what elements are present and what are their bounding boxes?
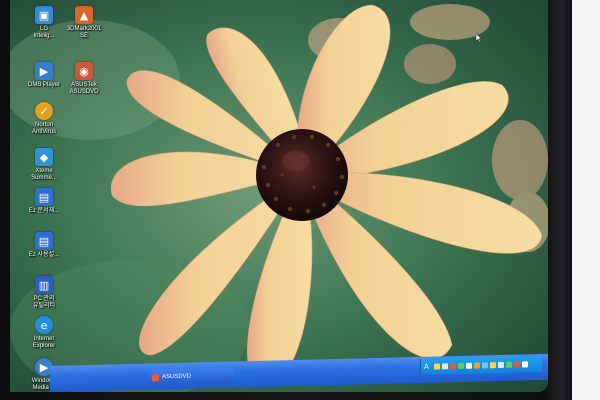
desktop-icon-xteme[interactable]: ◆ Xteme Summe... <box>20 148 68 182</box>
tray-app-icon[interactable] <box>489 362 496 369</box>
tray-app-icon[interactable] <box>465 362 472 369</box>
asusdvd-icon: ◉ <box>75 62 93 80</box>
desktop-icon-pc-util[interactable]: ▥ PC 관리 유틸리티 <box>20 276 68 310</box>
tray-app-icon[interactable] <box>473 362 480 369</box>
tray-volume-icon[interactable] <box>441 363 448 370</box>
desktop-screen: ▣ LG Intelig... ▲ 3DMark2001 SE ▶ DMB Pl… <box>10 0 548 392</box>
desktop-icon-asusdvd[interactable]: ◉ ASUSTek ASUSDVD <box>60 62 108 96</box>
monitor-bezel-right-edge <box>548 0 572 400</box>
tray-app-icon[interactable] <box>481 362 488 369</box>
dmb-player-icon: ▶ <box>35 62 53 80</box>
ez-doc-icon: ▤ <box>35 188 53 206</box>
taskbar-window-button[interactable]: ASUSDVD <box>148 367 234 386</box>
flower-wallpaper <box>10 0 548 392</box>
mouse-cursor-icon <box>476 34 482 42</box>
lg-app-icon: ▣ <box>35 6 53 24</box>
desktop-icon-ez-manual[interactable]: ▤ Ez 사용설... <box>20 232 68 259</box>
desktop-icon-label: Xteme Summe... <box>31 168 57 181</box>
pc-util-icon: ▥ <box>35 276 53 294</box>
ez-manual-icon: ▤ <box>35 232 53 250</box>
desktop-icon-label: Internet Explorer <box>32 336 56 349</box>
desktop-icon-label: LG Intelig... <box>33 26 55 39</box>
xteme-icon: ◆ <box>35 148 53 166</box>
desktop-icon-label: Norton AntiVirus <box>32 122 56 135</box>
tray-network-icon[interactable] <box>433 363 440 370</box>
3dmark-icon: ▲ <box>75 6 93 24</box>
desktop-icon-label: ASUSTek ASUSDVD <box>69 82 99 95</box>
system-tray: A <box>420 355 542 375</box>
desktop-icon-label: 3DMark2001 SE <box>66 26 102 39</box>
tray-app-icon[interactable] <box>505 361 512 368</box>
tray-app-icon[interactable] <box>521 361 528 368</box>
taskbar-window-label: ASUSDVD <box>162 373 192 381</box>
norton-icon: ✓ <box>35 102 53 120</box>
desktop-icon-label: PC 관리 유틸리티 <box>32 296 56 309</box>
tray-app-icon[interactable] <box>497 361 504 369</box>
desktop-icon-3dmark[interactable]: ▲ 3DMark2001 SE <box>60 6 108 40</box>
tray-app-icon[interactable] <box>457 362 464 370</box>
internet-explorer-icon: e <box>35 316 53 334</box>
language-indicator[interactable]: A <box>424 363 429 371</box>
tray-app-icon[interactable] <box>513 361 520 368</box>
desktop-icon-internet-explorer[interactable]: e Internet Explorer <box>20 316 68 350</box>
desktop-icon-label: Ez 문서재... <box>28 208 60 214</box>
desktop-icon-norton[interactable]: ✓ Norton AntiVirus <box>20 102 68 136</box>
desktop-icon-label: DMB Player <box>27 82 60 88</box>
tray-security-icon[interactable] <box>449 363 456 370</box>
desktop-icon-label: Ez 사용설... <box>28 252 60 258</box>
desktop-icon-ez-doc[interactable]: ▤ Ez 문서재... <box>20 188 68 215</box>
asusdvd-icon <box>152 373 159 382</box>
